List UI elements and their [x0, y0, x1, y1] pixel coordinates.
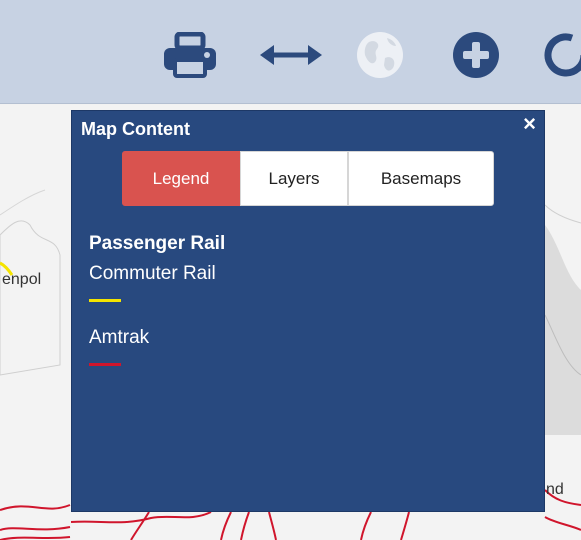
amtrak-swatch	[89, 363, 121, 366]
measure-button[interactable]	[258, 30, 324, 80]
panel-title: Map Content	[81, 119, 190, 139]
basemap-globe-button[interactable]	[354, 30, 406, 80]
globe-icon	[357, 32, 403, 78]
legend-item-commuter-rail: Commuter Rail	[89, 263, 216, 284]
measure-icon	[260, 45, 322, 65]
commuter-rail-swatch	[89, 299, 121, 302]
map-content-panel: Map Content × Legend Layers Basemaps Pas…	[71, 110, 545, 512]
print-button[interactable]	[160, 30, 220, 80]
panel-tabs: Legend Layers Basemaps	[122, 151, 494, 206]
map-place-label: enpol	[2, 271, 42, 288]
legend-heading: Passenger Rail	[89, 233, 226, 254]
map-place-label: nd	[546, 481, 564, 498]
legend-item-amtrak: Amtrak	[89, 327, 150, 348]
print-icon	[164, 32, 216, 78]
legend-content: Passenger Rail Commuter Rail Amtrak	[89, 233, 225, 391]
close-icon[interactable]: ×	[523, 113, 536, 135]
refresh-button[interactable]	[540, 30, 581, 80]
tab-layers[interactable]: Layers	[240, 151, 348, 206]
refresh-icon	[544, 33, 581, 77]
map-toolbar	[0, 0, 581, 104]
tab-legend[interactable]: Legend	[122, 151, 240, 206]
zoom-in-icon	[453, 32, 499, 78]
tab-basemaps[interactable]: Basemaps	[348, 151, 494, 206]
rail-lines-bottom	[71, 512, 410, 540]
zoom-in-button[interactable]	[450, 30, 502, 80]
